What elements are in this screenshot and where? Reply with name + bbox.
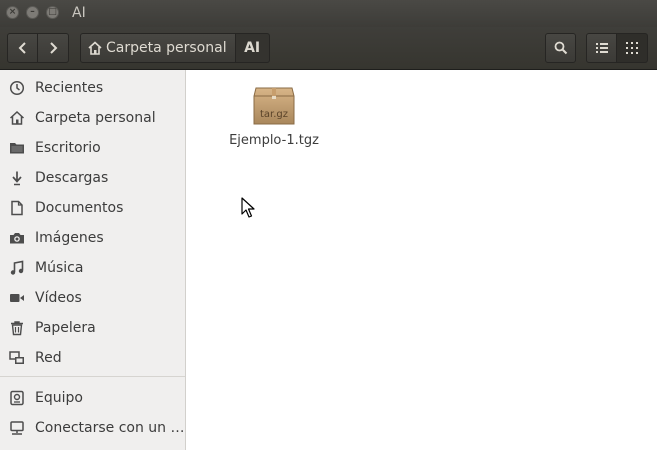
sidebar-item-descargas[interactable]: Descargas xyxy=(0,163,185,193)
breadcrumb-home-label: Carpeta personal xyxy=(106,40,227,56)
sidebar-item-label: Red xyxy=(35,350,62,366)
sidebar-item-label: Descargas xyxy=(35,170,109,186)
window-title: AI xyxy=(72,5,86,21)
breadcrumb-current-label: AI xyxy=(244,40,261,56)
sidebar-item-videos[interactable]: Vídeos xyxy=(0,283,185,313)
breadcrumb-current[interactable]: AI xyxy=(235,33,270,63)
sidebar-item-red[interactable]: Red xyxy=(0,343,185,373)
drive-icon xyxy=(8,389,26,407)
search-button[interactable] xyxy=(545,33,576,63)
list-view-button[interactable] xyxy=(586,33,617,63)
sidebar-item-equipo[interactable]: Equipo xyxy=(0,383,185,413)
header-bar: Carpeta personal AI xyxy=(0,27,657,70)
view-mode-buttons xyxy=(586,33,648,63)
sidebar-item-label: Carpeta personal xyxy=(35,110,156,126)
sidebar-item-papelera[interactable]: Papelera xyxy=(0,313,185,343)
camera-icon xyxy=(8,229,26,247)
archive-badge: tar.gz xyxy=(260,109,288,120)
grid-view-icon xyxy=(626,42,638,54)
breadcrumb-home[interactable]: Carpeta personal xyxy=(80,33,236,63)
sidebar-item-label: Documentos xyxy=(35,200,124,216)
trash-icon xyxy=(8,319,26,337)
sidebar-item-documentos[interactable]: Documentos xyxy=(0,193,185,223)
sidebar-item-escritorio[interactable]: Escritorio xyxy=(0,133,185,163)
sidebar-item-label: Equipo xyxy=(35,390,83,406)
server-icon xyxy=(8,419,26,437)
archive-icon: tar.gz xyxy=(253,87,295,125)
sidebar-item-label: Recientes xyxy=(35,80,104,96)
network-icon xyxy=(8,349,26,367)
download-icon xyxy=(8,169,26,187)
mouse-cursor-icon xyxy=(241,197,255,218)
file-name: Ejemplo-1.tgz xyxy=(229,133,319,148)
clock-icon xyxy=(8,79,26,97)
sidebar-item-musica[interactable]: Música xyxy=(0,253,185,283)
chevron-right-icon xyxy=(50,42,58,54)
home-icon xyxy=(88,41,102,55)
sidebar-item-label: Papelera xyxy=(35,320,96,336)
grid-view-button[interactable] xyxy=(617,33,648,63)
search-icon xyxy=(554,41,567,55)
window-close-button[interactable]: × xyxy=(6,6,19,19)
sidebar-separator xyxy=(0,376,185,377)
sidebar-item-imagenes[interactable]: Imágenes xyxy=(0,223,185,253)
folder-icon xyxy=(8,139,26,157)
sidebar-item-label: Música xyxy=(35,260,84,276)
home-icon xyxy=(8,109,26,127)
sidebar: Recientes Carpeta personal Escritorio De… xyxy=(0,70,186,450)
document-icon xyxy=(8,199,26,217)
chevron-left-icon xyxy=(18,42,26,54)
music-icon xyxy=(8,259,26,277)
window-minimize-button[interactable]: – xyxy=(26,6,39,19)
breadcrumb: Carpeta personal AI xyxy=(80,33,270,63)
title-bar: × – □ AI xyxy=(0,0,657,27)
forward-button[interactable] xyxy=(38,33,69,63)
sidebar-item-recientes[interactable]: Recientes xyxy=(0,73,185,103)
sidebar-item-label: Escritorio xyxy=(35,140,101,156)
video-icon xyxy=(8,289,26,307)
sidebar-item-label: Conectarse con un … xyxy=(35,420,185,436)
back-button[interactable] xyxy=(7,33,38,63)
file-view[interactable]: tar.gz Ejemplo-1.tgz xyxy=(186,70,657,450)
sidebar-item-carpeta-personal[interactable]: Carpeta personal xyxy=(0,103,185,133)
sidebar-item-label: Vídeos xyxy=(35,290,82,306)
navigation-buttons xyxy=(7,33,69,63)
sidebar-item-conectarse[interactable]: Conectarse con un … xyxy=(0,413,185,443)
list-view-icon xyxy=(595,43,608,53)
window-maximize-button[interactable]: □ xyxy=(46,6,59,19)
sidebar-item-label: Imágenes xyxy=(35,230,104,246)
file-item[interactable]: tar.gz Ejemplo-1.tgz xyxy=(222,84,326,148)
